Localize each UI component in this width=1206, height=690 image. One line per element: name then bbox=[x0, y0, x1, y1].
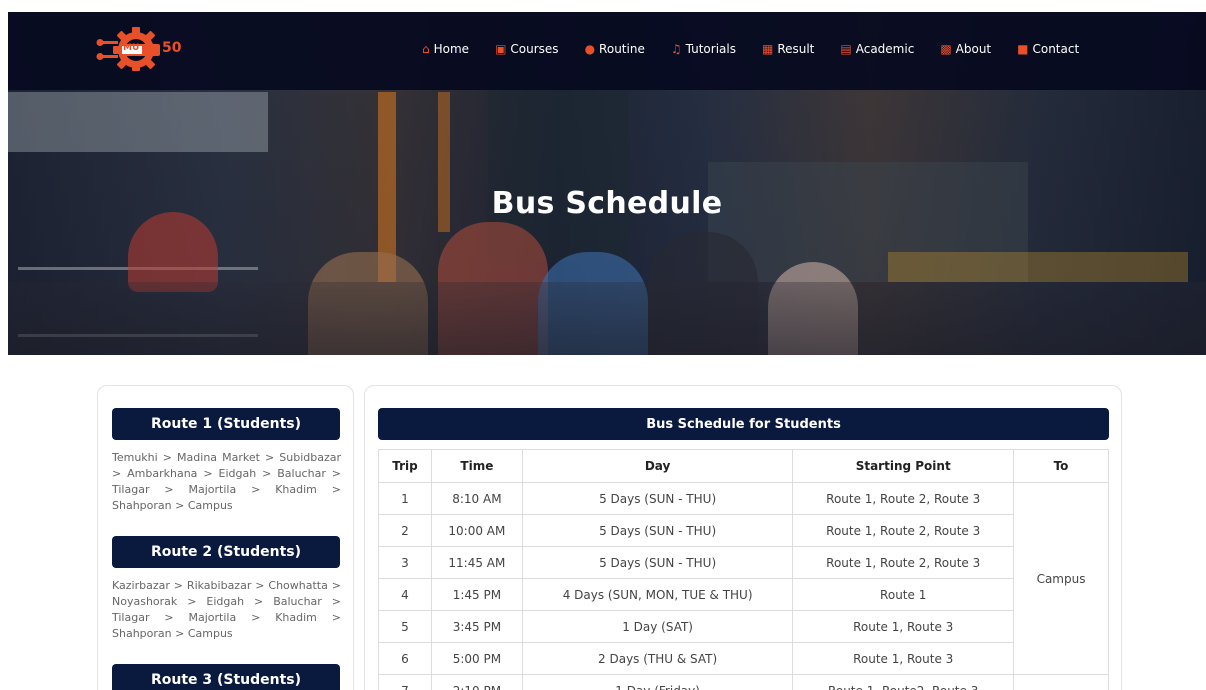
cell-time: 8:10 AM bbox=[430, 482, 523, 515]
nav-label: Contact bbox=[1032, 42, 1080, 56]
cell-day: 1 Day (SAT) bbox=[521, 610, 794, 643]
route-2-header: Route 2 (Students) bbox=[112, 536, 340, 568]
cell-trip: 2 bbox=[378, 514, 432, 547]
route-1-stops: Temukhi > Madina Market > Subidbazar > A… bbox=[112, 451, 341, 512]
nav-label: Home bbox=[433, 42, 470, 56]
table-header-row: Trip Time Day Starting Point To bbox=[378, 449, 1109, 483]
nav-label: Routine bbox=[599, 42, 645, 56]
column-header-time: Time bbox=[430, 449, 523, 483]
cell-day: 5 Days (SUN - THU) bbox=[521, 546, 794, 579]
cell-destination: Campus bbox=[1013, 482, 1109, 675]
nav-label: Tutorials bbox=[685, 42, 736, 56]
schedule-table: Trip Time Day Starting Point To 1 8:10 A… bbox=[378, 449, 1109, 690]
cell-time: 2:10 PM bbox=[430, 674, 523, 690]
nav-contact[interactable]: ■ Contact bbox=[1017, 42, 1079, 56]
logo-number: 50 bbox=[162, 40, 182, 56]
nav-result[interactable]: ▦ Result bbox=[762, 42, 814, 56]
cell-trip: 5 bbox=[378, 610, 432, 643]
top-navbar: MU 50 ⌂ Home ▣ Courses ● Routine ♫ Tutor… bbox=[8, 12, 1206, 90]
main-nav: ⌂ Home ▣ Courses ● Routine ♫ Tutorials ▦… bbox=[422, 42, 1079, 56]
cell-time: 1:45 PM bbox=[430, 578, 523, 611]
music-note-icon: ♫ bbox=[670, 42, 682, 56]
route-2-stops: Kazirbazar > Rikabibazar > Chowhatta > N… bbox=[112, 579, 341, 640]
table-row: 3 11:45 AM 5 Days (SUN - THU) Route 1, R… bbox=[378, 546, 1109, 579]
routes-card: Route 1 (Students) Temukhi > Madina Mark… bbox=[97, 385, 354, 690]
hero-bg-shape bbox=[8, 92, 268, 152]
column-header-to: To bbox=[1013, 449, 1109, 483]
logo-text: MU bbox=[123, 43, 140, 53]
cell-start: Route 1 bbox=[792, 578, 1015, 611]
cell-time: 5:00 PM bbox=[430, 642, 523, 675]
cell-trip: 1 bbox=[378, 482, 432, 515]
nav-tutorials[interactable]: ♫ Tutorials bbox=[671, 42, 736, 56]
column-header-day: Day bbox=[521, 449, 794, 483]
cell-trip: 3 bbox=[378, 546, 432, 579]
cell-day: 2 Days (THU & SAT) bbox=[521, 642, 794, 675]
schedule-card: Bus Schedule for Students Trip Time Day … bbox=[364, 385, 1122, 690]
table-row: 7 2:10 PM 1 Day (Friday) Route 1, Route2… bbox=[378, 674, 1109, 690]
nav-courses[interactable]: ▣ Courses bbox=[495, 42, 559, 56]
route-3-header: Route 3 (Students) bbox=[112, 664, 340, 690]
university-icon: ▤ bbox=[840, 42, 852, 56]
table-row: 4 1:45 PM 4 Days (SUN, MON, TUE & THU) R… bbox=[378, 578, 1109, 611]
cell-trip: 4 bbox=[378, 578, 432, 611]
nav-label: About bbox=[955, 42, 992, 56]
schedule-header: Bus Schedule for Students bbox=[378, 408, 1109, 440]
nav-about[interactable]: ▩ About bbox=[940, 42, 991, 56]
cell-start: Route 1, Route 3 bbox=[792, 610, 1015, 643]
chart-icon: ▦ bbox=[761, 42, 774, 56]
hero-bg-floor bbox=[8, 282, 1206, 355]
cell-time: 11:45 AM bbox=[430, 546, 523, 579]
id-card-icon: ▩ bbox=[940, 42, 952, 56]
cell-start: Route 1, Route 2, Route 3 bbox=[792, 482, 1015, 515]
cell-trip: 7 bbox=[378, 674, 432, 690]
column-header-trip: Trip bbox=[378, 449, 432, 483]
column-header-starting-point: Starting Point bbox=[792, 449, 1015, 483]
nav-label: Result bbox=[777, 42, 815, 56]
nav-label: Academic bbox=[855, 42, 915, 56]
book-icon: ▣ bbox=[495, 42, 507, 56]
home-icon: ⌂ bbox=[422, 42, 430, 56]
cell-day: 4 Days (SUN, MON, TUE & THU) bbox=[521, 578, 794, 611]
nav-academic[interactable]: ▤ Academic bbox=[840, 42, 914, 56]
cell-start: Route 1, Route 3 bbox=[792, 642, 1015, 675]
cell-time: 10:00 AM bbox=[430, 514, 523, 547]
nav-routine[interactable]: ● Routine bbox=[585, 42, 645, 56]
cell-day: 5 Days (SUN - THU) bbox=[521, 482, 794, 515]
cell-destination-extra bbox=[1013, 674, 1109, 690]
page-title: Bus Schedule bbox=[491, 186, 723, 221]
info-icon: ● bbox=[584, 42, 596, 56]
cell-start: Route 1, Route2, Route 3 bbox=[792, 674, 1015, 690]
cell-day: 5 Days (SUN - THU) bbox=[521, 514, 794, 547]
hero-bg-person bbox=[128, 212, 218, 292]
site-logo[interactable]: MU 50 bbox=[96, 24, 196, 72]
route-1-header: Route 1 (Students) bbox=[112, 408, 340, 440]
contact-icon: ■ bbox=[1017, 42, 1029, 56]
cell-time: 3:45 PM bbox=[430, 610, 523, 643]
cell-trip: 6 bbox=[378, 642, 432, 675]
cell-start: Route 1, Route 2, Route 3 bbox=[792, 514, 1015, 547]
table-row: 5 3:45 PM 1 Day (SAT) Route 1, Route 3 bbox=[378, 610, 1109, 643]
nav-home[interactable]: ⌂ Home bbox=[422, 42, 469, 56]
cell-day: 1 Day (Friday) bbox=[521, 674, 794, 690]
cell-start: Route 1, Route 2, Route 3 bbox=[792, 546, 1015, 579]
nav-label: Courses bbox=[510, 42, 559, 56]
table-row: 1 8:10 AM 5 Days (SUN - THU) Route 1, Ro… bbox=[378, 482, 1109, 675]
hero-bg-rail bbox=[888, 252, 1188, 282]
table-row: 6 5:00 PM 2 Days (THU & SAT) Route 1, Ro… bbox=[378, 642, 1109, 675]
table-row: 2 10:00 AM 5 Days (SUN - THU) Route 1, R… bbox=[378, 514, 1109, 547]
